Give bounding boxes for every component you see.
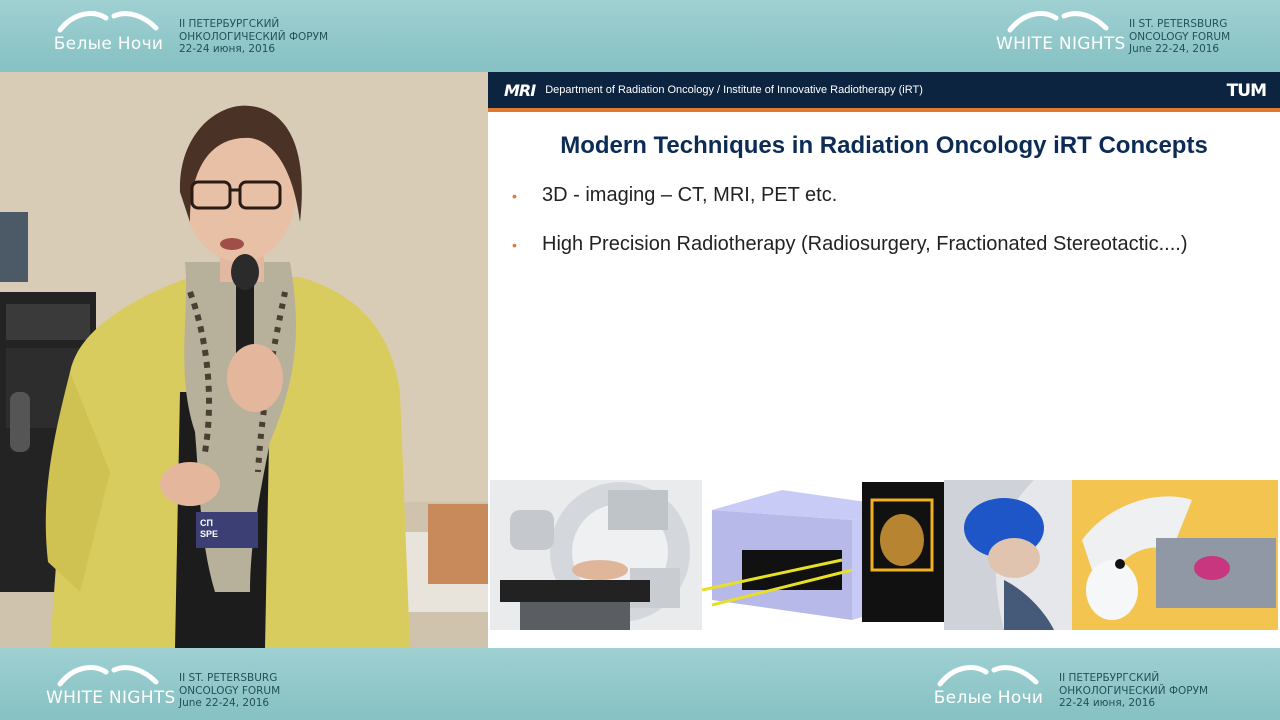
bottom-banner: WHITE NIGHTS II ST. PETERSBURG ONCOLOGY … <box>0 648 1280 720</box>
treatment-schematic-image <box>702 480 944 630</box>
forum-line-3: June 22-24, 2016 <box>179 697 270 709</box>
forum-line-1: II ST. PETERSBURG <box>1129 18 1228 30</box>
forum-line-3: June 22-24, 2016 <box>1129 43 1220 55</box>
bullet-text: 3D - imaging – CT, MRI, PET etc. <box>542 184 838 206</box>
brand-name: Белые Ночи <box>933 688 1044 708</box>
forum-line-2: ОНКОЛОГИЧЕСКИЙ ФОРУМ <box>179 30 329 43</box>
forum-line-2: ОНКОЛОГИЧЕСКИЙ ФОРУМ <box>1059 684 1209 697</box>
speaker-video: СП SPE <box>0 72 488 648</box>
brand-name: WHITE NIGHTS <box>996 34 1126 54</box>
forum-line-1: II ПЕТЕРБУРГСКИЙ <box>1059 672 1160 684</box>
brand-name: WHITE NIGHTS <box>46 688 176 708</box>
brand-name: Белые Ночи <box>53 34 164 54</box>
forum-line-2: ONCOLOGY FORUM <box>1129 30 1231 43</box>
department-name: Department of Radiation Oncology / Insti… <box>545 84 923 96</box>
bullet-text: High Precision Radiotherapy (Radiosurger… <box>542 233 1188 255</box>
tum-logo: TUM <box>1226 81 1267 101</box>
bullet-item: • High Precision Radiotherapy (Radiosurg… <box>512 233 1272 256</box>
bullet-icon: • <box>512 237 517 253</box>
presentation-slide: MRI Department of Radiation Oncology / I… <box>488 72 1280 648</box>
forum-logo-en: WHITE NIGHTS II ST. PETERSBURG ONCOLOGY … <box>46 660 280 710</box>
radiosurgery-patient-image <box>944 480 1072 630</box>
robotic-radiosurgery-image <box>1072 480 1278 630</box>
bullet-item: • 3D - imaging – CT, MRI, PET etc. <box>512 184 1272 207</box>
speaker-scene-image <box>0 72 488 648</box>
forum-line-2: ONCOLOGY FORUM <box>179 684 281 697</box>
slide-header: MRI Department of Radiation Oncology / I… <box>488 72 1280 112</box>
linac-image <box>490 480 702 630</box>
forum-line-3: 22-24 июня, 2016 <box>179 43 276 55</box>
bullet-icon: • <box>512 188 517 204</box>
forum-logo-ru: Белые Ночи II ПЕТЕРБУРГСКИЙ ОНКОЛОГИЧЕСК… <box>46 6 328 56</box>
top-banner: Белые Ночи II ПЕТЕРБУРГСКИЙ ОНКОЛОГИЧЕСК… <box>0 0 1280 72</box>
forum-logo-en: WHITE NIGHTS II ST. PETERSBURG ONCOLOGY … <box>996 6 1230 56</box>
badge-line-2: SPE <box>200 529 219 539</box>
name-badge: СП SPE <box>200 518 218 540</box>
mri-logo: MRI <box>504 80 536 100</box>
forum-line-1: II ST. PETERSBURG <box>179 672 278 684</box>
stage: СП SPE MRI Department of Radiation Oncol… <box>0 72 1280 648</box>
bullet-list: • 3D - imaging – CT, MRI, PET etc. • Hig… <box>512 184 1272 282</box>
forum-line-3: 22-24 июня, 2016 <box>1059 697 1156 709</box>
forum-line-1: II ПЕТЕРБУРГСКИЙ <box>179 18 280 30</box>
forum-logo-ru: Белые Ночи II ПЕТЕРБУРГСКИЙ ОНКОЛОГИЧЕСК… <box>926 660 1208 710</box>
badge-line-1: СП <box>200 518 213 528</box>
slide-title: Modern Techniques in Radiation Oncology … <box>560 132 1208 159</box>
image-strip <box>490 480 1278 634</box>
